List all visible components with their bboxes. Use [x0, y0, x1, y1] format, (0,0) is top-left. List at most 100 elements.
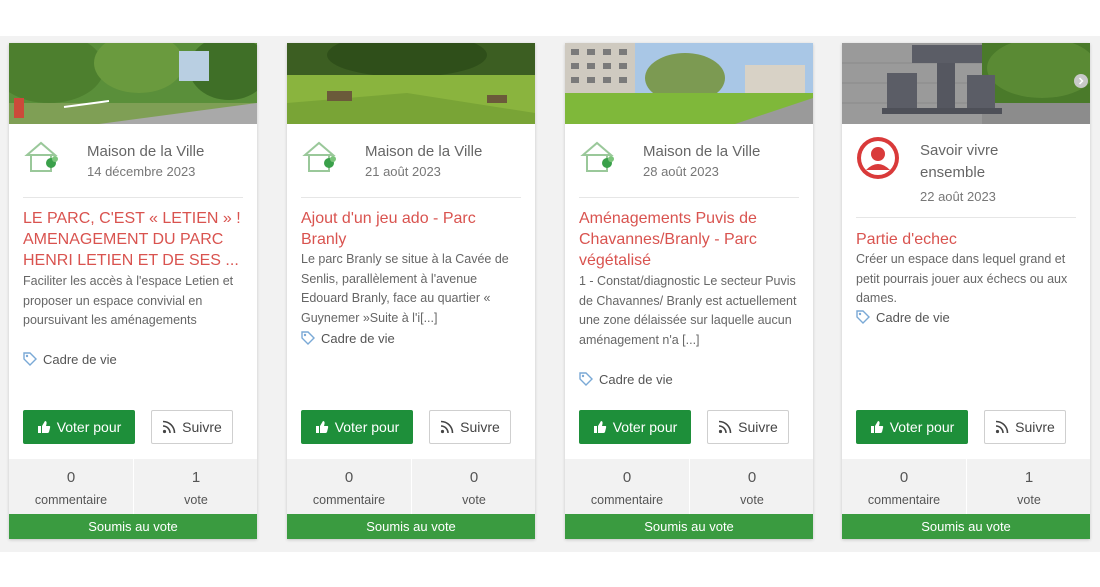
author-name: Savoir vivre ensemble: [920, 142, 999, 181]
follow-button-label: Suivre: [738, 419, 778, 435]
category-tag[interactable]: Cadre de vie: [579, 372, 673, 387]
follow-button[interactable]: Suivre: [429, 410, 511, 444]
project-stats: 0 commentaire 0 vote: [565, 459, 813, 514]
vote-button[interactable]: Voter pour: [301, 410, 413, 444]
votes-count: 1: [191, 469, 201, 486]
votes-count: 0: [747, 469, 757, 486]
comments-count: 0: [899, 469, 909, 486]
project-stats: 0 commentaire 1 vote: [842, 459, 1090, 514]
author-name: Maison de la Ville: [365, 143, 483, 160]
category-tag[interactable]: Cadre de vie: [856, 310, 950, 325]
vote-button-label: Voter pour: [56, 419, 122, 435]
project-card[interactable]: Savoir vivre ensemble 22 août 2023 Parti…: [842, 43, 1090, 539]
project-description: 1 - Constat/diagnostic Le secteur Puvis …: [579, 274, 797, 347]
project-title[interactable]: Ajout d'un jeu ado - Parc Branly: [301, 208, 523, 250]
category-tag[interactable]: Cadre de vie: [23, 352, 117, 367]
house-logo-icon: [24, 141, 58, 172]
divider: [23, 197, 243, 198]
publish-date: 28 août 2023: [643, 164, 719, 179]
project-title[interactable]: Partie d'echec: [856, 229, 1078, 250]
vote-button[interactable]: Voter pour: [23, 410, 135, 444]
divider: [856, 217, 1076, 218]
vote-button[interactable]: Voter pour: [856, 410, 968, 444]
project-description: Créer un espace dans lequel grand et pet…: [856, 252, 1068, 305]
thumbs-up-icon: [37, 421, 50, 433]
comments-label: commentaire: [867, 493, 941, 507]
votes-count: 1: [1024, 469, 1034, 486]
project-card[interactable]: Maison de la Ville 28 août 2023 Aménagem…: [565, 43, 813, 539]
comments-stat[interactable]: 0 commentaire: [565, 459, 689, 514]
votes-count: 0: [469, 469, 479, 486]
category-tag-label: Cadre de vie: [876, 310, 950, 325]
rss-icon: [996, 420, 1009, 434]
status-badge: Soumis au vote: [565, 514, 813, 539]
vote-button-label: Voter pour: [889, 419, 955, 435]
carousel-next-button[interactable]: [1074, 74, 1088, 88]
votes-stat: 1 vote: [133, 459, 257, 514]
status-badge: Soumis au vote: [287, 514, 535, 539]
project-description: Le parc Branly se situe à la Cavée de Se…: [301, 252, 509, 325]
project-photo[interactable]: [842, 43, 1090, 124]
tag-icon: [856, 310, 870, 324]
category-tag-label: Cadre de vie: [321, 331, 395, 346]
votes-label: vote: [740, 493, 764, 507]
tag-icon: [579, 372, 593, 386]
comments-stat[interactable]: 0 commentaire: [287, 459, 411, 514]
author-name: Maison de la Ville: [643, 143, 761, 160]
comments-stat[interactable]: 0 commentaire: [842, 459, 966, 514]
house-logo-icon: [580, 141, 614, 172]
comments-count: 0: [344, 469, 354, 486]
vote-button[interactable]: Voter pour: [579, 410, 691, 444]
project-description: Faciliter les accès à l'espace Letien et…: [23, 274, 234, 327]
vote-button-label: Voter pour: [334, 419, 400, 435]
comments-count: 0: [66, 469, 76, 486]
follow-button[interactable]: Suivre: [984, 410, 1066, 444]
house-logo-icon: [302, 141, 336, 172]
thumbs-up-icon: [315, 421, 328, 433]
project-photo[interactable]: [287, 43, 535, 124]
category-tag-label: Cadre de vie: [43, 352, 117, 367]
publish-date: 14 décembre 2023: [87, 164, 196, 179]
project-title[interactable]: LE PARC, C'EST « LETIEN » ! AMENAGEMENT …: [23, 208, 245, 271]
publish-date: 22 août 2023: [920, 189, 996, 204]
votes-label: vote: [184, 493, 208, 507]
category-tag-label: Cadre de vie: [599, 372, 673, 387]
follow-button[interactable]: Suivre: [707, 410, 789, 444]
comments-label: commentaire: [312, 493, 386, 507]
author-name: Maison de la Ville: [87, 143, 205, 160]
tag-icon: [23, 352, 37, 366]
comments-label: commentaire: [34, 493, 108, 507]
status-badge: Soumis au vote: [9, 514, 257, 539]
divider: [579, 197, 799, 198]
votes-label: vote: [462, 493, 486, 507]
follow-button-label: Suivre: [1015, 419, 1055, 435]
votes-stat: 0 vote: [689, 459, 813, 514]
project-card[interactable]: Maison de la Ville 14 décembre 2023 LE P…: [9, 43, 257, 539]
comments-stat[interactable]: 0 commentaire: [9, 459, 133, 514]
rss-icon: [441, 420, 454, 434]
follow-button-label: Suivre: [460, 419, 500, 435]
project-stats: 0 commentaire 0 vote: [287, 459, 535, 514]
comments-count: 0: [622, 469, 632, 486]
project-stats: 0 commentaire 1 vote: [9, 459, 257, 514]
follow-button[interactable]: Suivre: [151, 410, 233, 444]
thumbs-up-icon: [593, 421, 606, 433]
category-tag[interactable]: Cadre de vie: [301, 331, 395, 346]
rss-icon: [163, 420, 176, 434]
votes-stat: 0 vote: [411, 459, 535, 514]
thumbs-up-icon: [870, 421, 883, 433]
chevron-right-icon: [1078, 77, 1084, 85]
follow-button-label: Suivre: [182, 419, 222, 435]
publish-date: 21 août 2023: [365, 164, 441, 179]
tag-icon: [301, 331, 315, 345]
project-photo[interactable]: [9, 43, 257, 124]
votes-label: vote: [1017, 493, 1041, 507]
project-card[interactable]: Maison de la Ville 21 août 2023 Ajout d'…: [287, 43, 535, 539]
project-title[interactable]: Aménagements Puvis de Chavannes/Branly -…: [579, 208, 801, 271]
divider: [301, 197, 521, 198]
project-photo[interactable]: [565, 43, 813, 124]
votes-stat: 1 vote: [966, 459, 1090, 514]
rss-icon: [719, 420, 732, 434]
comments-label: commentaire: [590, 493, 664, 507]
user-avatar-icon: [857, 137, 899, 179]
